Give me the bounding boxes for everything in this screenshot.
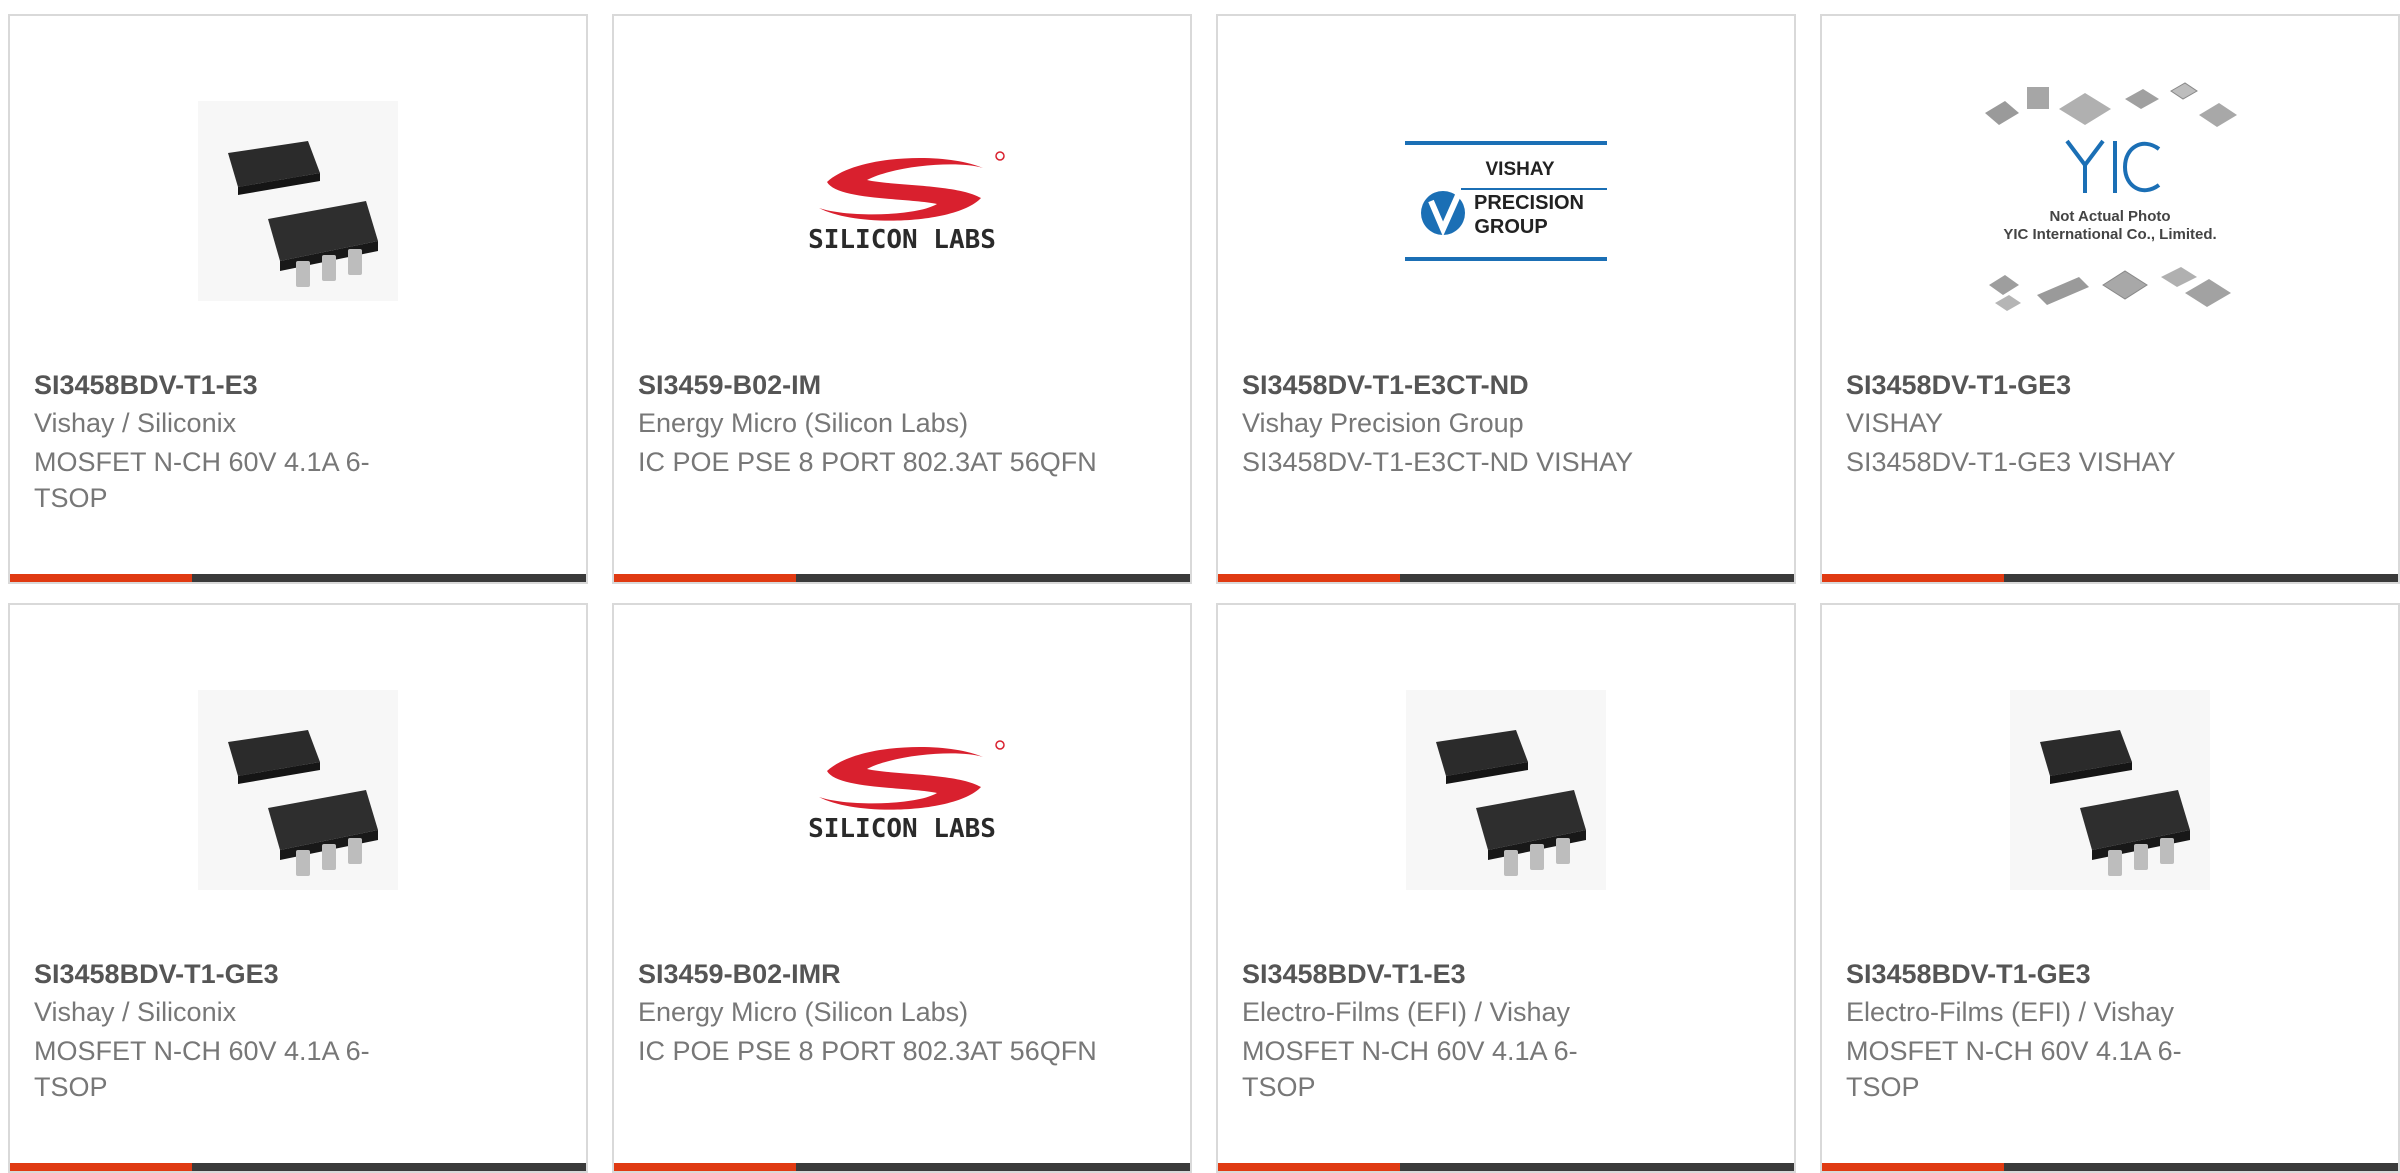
- description: IC POE PSE 8 PORT 802.3AT 56QFN: [638, 1036, 1097, 1066]
- card-accent-bar: [1822, 1163, 2004, 1171]
- product-grid: SI3458BDV-T1-E3 Vishay / Siliconix MOSFE…: [0, 0, 2400, 1173]
- card-accent-bar: [1822, 574, 2004, 582]
- manufacturer: Vishay Precision Group: [1242, 408, 1524, 438]
- card-bottom-bar: [614, 574, 1190, 582]
- part-number[interactable]: SI3459-B02-IM: [638, 370, 821, 401]
- product-card[interactable]: SILICON LABS SI3459-B02-IMR Energy Micro…: [612, 603, 1192, 1173]
- card-bottom-bar: [1218, 574, 1794, 582]
- placeholder-line-2: YIC International Co., Limited.: [2003, 226, 2216, 243]
- product-card[interactable]: VISHAY PRECISION GROUP SI3458DV-T1-E3CT-…: [1216, 14, 1796, 584]
- product-card[interactable]: Not Actual Photo YIC International Co., …: [1820, 14, 2400, 584]
- product-card[interactable]: SI3458BDV-T1-GE3 Vishay / Siliconix MOSF…: [8, 603, 588, 1173]
- silicon-labs-logo[interactable]: SILICON LABS: [614, 665, 1190, 915]
- description: MOSFET N-CH 60V 4.1A 6-TSOP: [1846, 1036, 2182, 1102]
- description: SI3458DV-T1-E3CT-ND VISHAY: [1242, 447, 1634, 477]
- description: SI3458DV-T1-GE3 VISHAY: [1846, 447, 2176, 477]
- part-number[interactable]: SI3458BDV-T1-E3: [1242, 959, 1466, 990]
- logo-line-3: GROUP: [1474, 216, 1547, 238]
- card-accent-bar: [1218, 1163, 1400, 1171]
- description: MOSFET N-CH 60V 4.1A 6-TSOP: [34, 1036, 370, 1102]
- logo-text: SILICON LABS: [808, 814, 996, 844]
- card-bottom-bar: [10, 1163, 586, 1171]
- card-accent-bar: [614, 574, 796, 582]
- vishay-precision-group-logo[interactable]: VISHAY PRECISION GROUP: [1218, 76, 1794, 326]
- part-number[interactable]: SI3458BDV-T1-GE3: [34, 959, 279, 990]
- manufacturer: Energy Micro (Silicon Labs): [638, 997, 969, 1027]
- silicon-labs-logo[interactable]: SILICON LABS: [614, 76, 1190, 326]
- manufacturer: Electro-Films (EFI) / Vishay: [1846, 997, 2175, 1027]
- chip-package-icon[interactable]: [10, 665, 586, 915]
- product-card[interactable]: SI3458BDV-T1-GE3 Electro-Films (EFI) / V…: [1820, 603, 2400, 1173]
- card-bottom-bar: [614, 1163, 1190, 1171]
- part-number[interactable]: SI3458DV-T1-E3CT-ND: [1242, 370, 1529, 401]
- manufacturer: Electro-Films (EFI) / Vishay: [1242, 997, 1571, 1027]
- part-number[interactable]: SI3459-B02-IMR: [638, 959, 841, 990]
- card-accent-bar: [10, 1163, 192, 1171]
- chip-package-icon[interactable]: [10, 76, 586, 326]
- part-number[interactable]: SI3458DV-T1-GE3: [1846, 370, 2071, 401]
- card-bottom-bar: [1218, 1163, 1794, 1171]
- part-number[interactable]: SI3458BDV-T1-E3: [34, 370, 258, 401]
- card-bottom-bar: [1822, 574, 2398, 582]
- card-accent-bar: [10, 574, 192, 582]
- product-card[interactable]: SI3458BDV-T1-E3 Electro-Films (EFI) / Vi…: [1216, 603, 1796, 1173]
- logo-line-2: PRECISION: [1474, 192, 1584, 214]
- card-bottom-bar: [1822, 1163, 2398, 1171]
- logo-line-1: VISHAY: [1486, 159, 1555, 180]
- product-card[interactable]: SILICON LABS SI3459-B02-IM Energy Micro …: [612, 14, 1192, 584]
- description: MOSFET N-CH 60V 4.1A 6-TSOP: [34, 447, 370, 513]
- yic-placeholder-photo[interactable]: Not Actual Photo YIC International Co., …: [1822, 56, 2398, 346]
- manufacturer: VISHAY: [1846, 408, 1944, 438]
- manufacturer: Vishay / Siliconix: [34, 408, 237, 438]
- manufacturer: Vishay / Siliconix: [34, 997, 237, 1027]
- manufacturer: Energy Micro (Silicon Labs): [638, 408, 969, 438]
- product-card[interactable]: SI3458BDV-T1-E3 Vishay / Siliconix MOSFE…: [8, 14, 588, 584]
- chip-package-icon[interactable]: [1822, 665, 2398, 915]
- card-accent-bar: [614, 1163, 796, 1171]
- card-accent-bar: [1218, 574, 1400, 582]
- description: IC POE PSE 8 PORT 802.3AT 56QFN: [638, 447, 1097, 477]
- part-number[interactable]: SI3458BDV-T1-GE3: [1846, 959, 2091, 990]
- description: MOSFET N-CH 60V 4.1A 6-TSOP: [1242, 1036, 1578, 1102]
- chip-package-icon[interactable]: [1218, 665, 1794, 915]
- placeholder-line-1: Not Actual Photo: [2049, 208, 2170, 225]
- card-bottom-bar: [10, 574, 586, 582]
- logo-text: SILICON LABS: [808, 225, 996, 255]
